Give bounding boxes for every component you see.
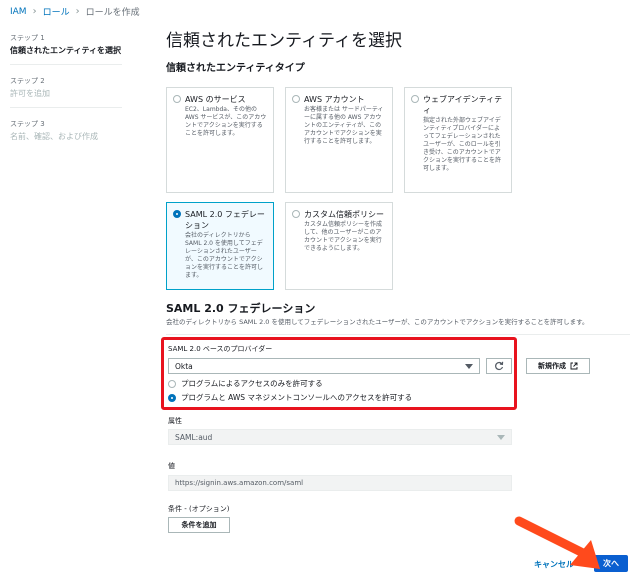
card-description: EC2、Lambda、その他の AWS サービスが、このアカウントでアクションを… [185, 106, 267, 137]
external-link-icon [570, 362, 578, 370]
step-title: 許可を追加 [10, 89, 50, 98]
card-title: AWS アカウント [304, 95, 365, 104]
card-description: 指定された外部ウェブアイデンティティプロバイダーによってフェデレーションされたユ… [423, 117, 502, 172]
entity-type-heading: 信頼されたエンティティタイプ [166, 63, 305, 74]
card-custom-trust-policy[interactable]: カスタム信頼ポリシー カスタム信頼ポリシーを作成して、他のユーザーがこのアカウン… [285, 202, 393, 290]
value-field-text: https://signin.aws.amazon.com/saml [175, 479, 304, 487]
radio-icon[interactable] [292, 95, 300, 103]
saml-section-description: 会社のディレクトリから SAML 2.0 を使用してフェデレーションされたユーザ… [166, 318, 589, 326]
card-saml-federation[interactable]: SAML 2.0 フェデレーション 会社のディレクトリから SAML 2.0 を… [166, 202, 274, 290]
attribute-select[interactable]: SAML:aud [168, 429, 512, 445]
step-title: 信頼されたエンティティを選択 [10, 46, 122, 55]
caret-down-icon [497, 435, 505, 440]
radio-icon[interactable] [292, 210, 300, 218]
breadcrumb-roles[interactable]: ロール [43, 5, 70, 18]
add-condition-label: 条件を追加 [181, 521, 217, 529]
card-title: SAML 2.0 フェデレーション [185, 210, 265, 230]
highlight-box [161, 337, 517, 410]
next-button-label: 次へ [603, 559, 619, 568]
breadcrumb: IAM › ロール › ロールを作成 [10, 5, 140, 18]
breadcrumb-create-role: ロールを作成 [85, 8, 140, 18]
create-provider-label: 新規作成 [538, 362, 566, 370]
chevron-right-icon: › [75, 6, 80, 17]
step-1: ステップ 1 信頼されたエンティティを選択 [10, 32, 122, 65]
card-description: 会社のディレクトリから SAML 2.0 を使用してフェデレーションされたユーザ… [185, 232, 264, 279]
step-3: ステップ 3 名前、確認、および作成 [10, 118, 122, 150]
step-number: ステップ 2 [10, 77, 45, 85]
card-title: AWS のサービス [185, 95, 246, 104]
attribute-label: 属性 [168, 417, 182, 425]
value-label: 値 [168, 462, 175, 470]
wizard-steps: ステップ 1 信頼されたエンティティを選択 ステップ 2 許可を追加 ステップ … [10, 32, 122, 160]
step-number: ステップ 1 [10, 34, 45, 42]
saml-section-title: SAML 2.0 フェデレーション [166, 302, 316, 315]
radio-icon[interactable] [173, 95, 181, 103]
page-title: 信頼されたエンティティを選択 [166, 31, 402, 51]
card-aws-account[interactable]: AWS アカウント お客様または サードパーティーに属する他の AWS アカウン… [285, 87, 393, 193]
chevron-right-icon: › [32, 6, 37, 17]
divider [166, 334, 630, 335]
card-description: お客様または サードパーティーに属する他の AWS アカウントのエンティティが、… [304, 106, 384, 145]
card-title: カスタム信頼ポリシー [304, 210, 384, 219]
add-condition-button[interactable]: 条件を追加 [168, 517, 230, 533]
create-provider-button[interactable]: 新規作成 [526, 358, 590, 374]
next-button[interactable]: 次へ [594, 555, 628, 572]
step-2: ステップ 2 許可を追加 [10, 75, 122, 108]
card-title: ウェブアイデンティティ [423, 95, 503, 115]
radio-selected-icon[interactable] [173, 210, 181, 218]
breadcrumb-iam[interactable]: IAM [10, 7, 27, 17]
step-title: 名前、確認、および作成 [10, 132, 98, 141]
condition-label: 条件 - (オプション) [168, 505, 230, 513]
attribute-select-value: SAML:aud [175, 433, 213, 442]
radio-icon[interactable] [411, 95, 419, 103]
card-web-identity[interactable]: ウェブアイデンティティ 指定された外部ウェブアイデンティティプロバイダーによって… [404, 87, 512, 193]
step-number: ステップ 3 [10, 120, 45, 128]
card-aws-service[interactable]: AWS のサービス EC2、Lambda、その他の AWS サービスが、このアカ… [166, 87, 274, 193]
cancel-button[interactable]: キャンセル [534, 559, 574, 570]
card-description: カスタム信頼ポリシーを作成して、他のユーザーがこのアカウントでアクションを実行で… [304, 221, 383, 252]
value-field[interactable]: https://signin.aws.amazon.com/saml [168, 475, 512, 491]
